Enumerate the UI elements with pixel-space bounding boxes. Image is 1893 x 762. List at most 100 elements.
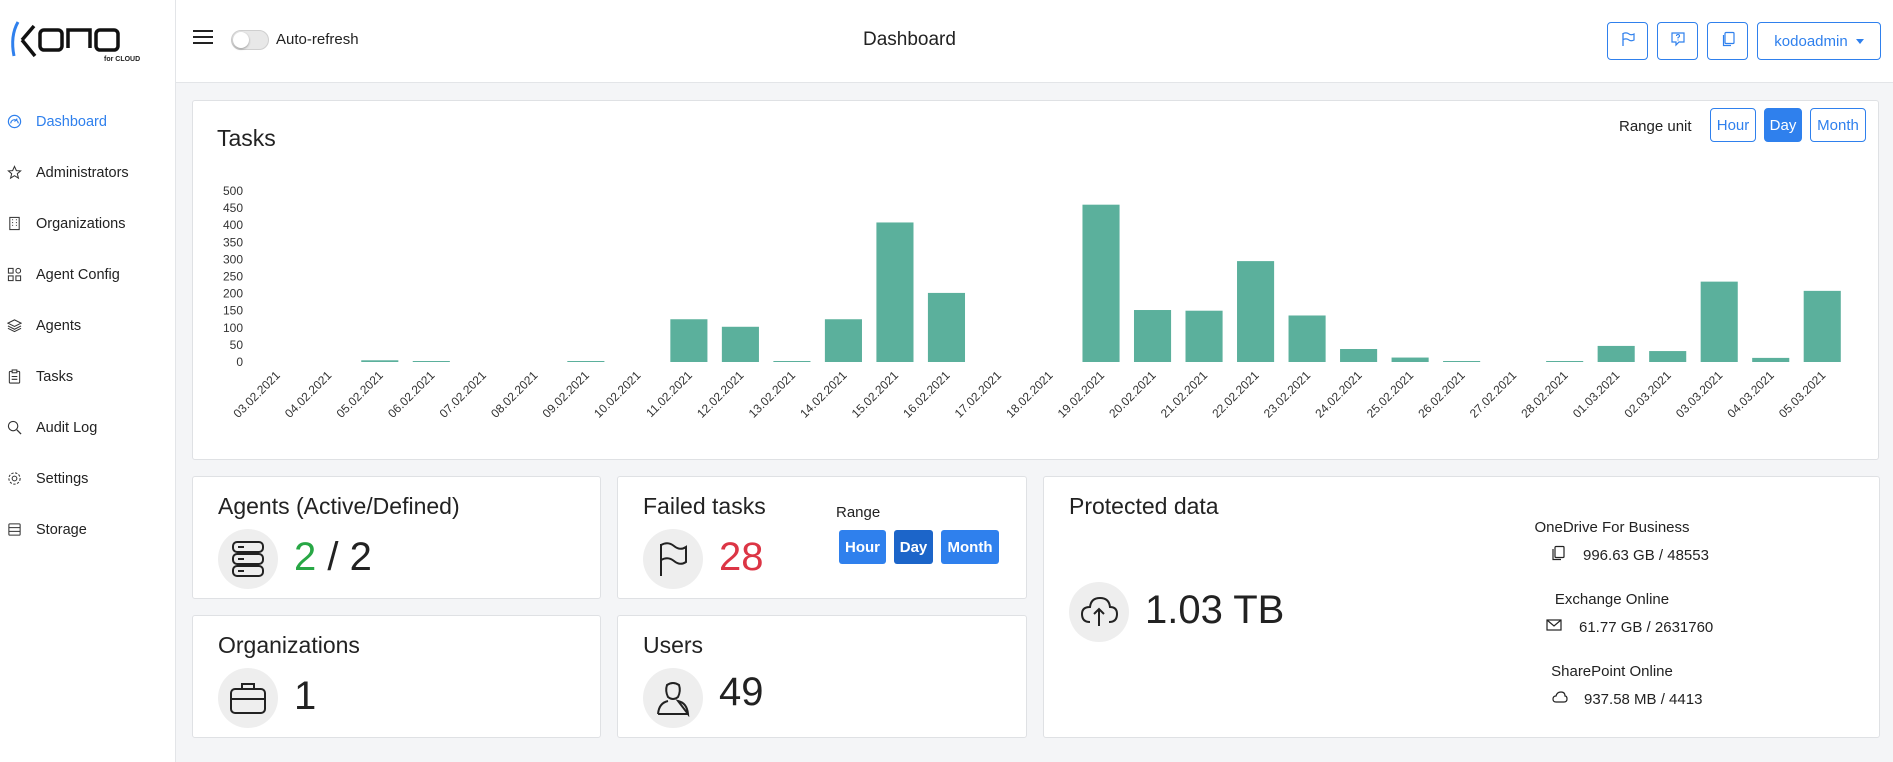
chart-bar[interactable]	[1237, 261, 1275, 362]
chevron-down-icon	[1855, 38, 1864, 44]
sidebar-item-tasks[interactable]: Tasks	[0, 351, 176, 402]
organizations-count: 1	[294, 674, 317, 718]
chart-bar[interactable]	[1700, 281, 1738, 362]
cloud-upload-icon	[1069, 582, 1129, 642]
onedrive-label: OneDrive For Business	[1534, 519, 1690, 536]
x-tick-label: 23.02.2021	[1261, 368, 1314, 421]
chart-bar[interactable]	[670, 319, 708, 362]
sidebar-item-administrators[interactable]: Administrators	[0, 147, 176, 198]
sidebar-item-settings[interactable]: Settings	[0, 453, 176, 504]
sidebar-item-storage[interactable]: Storage	[0, 504, 176, 555]
page-title: Dashboard	[863, 29, 956, 50]
protected-data-card: Protected data 1.03 TB OneDrive For Busi…	[1043, 476, 1880, 738]
y-tick-label: 200	[223, 287, 243, 301]
chart-bar[interactable]	[721, 326, 759, 362]
x-tick-label: 01.03.2021	[1570, 368, 1623, 421]
sidebar-item-dashboard[interactable]: Dashboard	[0, 96, 176, 147]
tasks-chart-card: Tasks Range unit Hour Day Month 0 50 100 15…	[192, 100, 1879, 460]
chart-bar[interactable]	[1185, 310, 1223, 362]
sidebar-item-audit-log[interactable]: Audit Log	[0, 402, 176, 453]
y-tick-label: 50	[230, 338, 244, 352]
exchange-label: Exchange Online	[1554, 591, 1670, 608]
chart-bar[interactable]	[1649, 351, 1687, 362]
onedrive-value: 996.63 GB / 48553	[1583, 547, 1709, 564]
sidebar-item-organizations[interactable]: Organizations	[0, 198, 176, 249]
protected-data-title: Protected data	[1069, 493, 1219, 519]
chart-bar[interactable]	[927, 292, 966, 362]
flag-button[interactable]	[1607, 22, 1648, 60]
chart-bar[interactable]	[567, 361, 605, 362]
x-tick-label: 08.02.2021	[488, 368, 541, 421]
y-tick-label: 400	[223, 218, 243, 232]
y-tick-label: 150	[223, 304, 243, 318]
flag-icon	[1620, 31, 1636, 52]
chart-bar[interactable]	[824, 319, 862, 362]
user-menu-button[interactable]: kodoadmin	[1757, 22, 1881, 60]
x-tick-label: 14.02.2021	[797, 368, 850, 421]
y-tick-label: 300	[223, 252, 243, 266]
server-icon	[218, 529, 278, 589]
logo-subtitle: for CLOUD	[104, 56, 141, 63]
kodo-logo[interactable]: for CLOUD	[8, 18, 148, 68]
users-card: Users 49	[617, 615, 1027, 738]
search-icon	[6, 420, 22, 436]
x-tick-label: 10.02.2021	[591, 368, 644, 421]
organizations-card: Organizations 1	[192, 615, 601, 738]
sidebar-item-label: Dashboard	[36, 113, 107, 130]
failed-range-label: Range	[836, 504, 881, 521]
sidebar-item-label: Agent Config	[36, 266, 120, 283]
chart-bar[interactable]	[1597, 345, 1635, 362]
tasks-bar-chart: 0 50 100 150 200 250 300 350 400 450 500 03.02.2021…	[223, 184, 1841, 421]
chart-bar[interactable]	[1752, 357, 1790, 362]
x-tick-label: 11.02.2021	[643, 368, 695, 420]
failed-range-month-button[interactable]: Month	[941, 530, 999, 564]
protected-data-total: 1.03 TB	[1145, 588, 1285, 632]
failed-range-hour-button[interactable]: Hour	[839, 530, 886, 564]
y-tick-label: 350	[223, 235, 243, 249]
mail-icon	[1545, 617, 1563, 633]
chart-bar[interactable]	[773, 361, 811, 362]
x-tick-label: 18.02.2021	[1003, 368, 1056, 421]
sidebar-item-agent-config[interactable]: Agent Config	[0, 249, 176, 300]
sidebar-nav: Dashboard Administrators Organizations A…	[0, 96, 176, 555]
agents-card-title: Agents (Active/Defined)	[218, 493, 460, 519]
sidebar-item-agents[interactable]: Agents	[0, 300, 176, 351]
x-tick-label: 28.02.2021	[1518, 368, 1571, 421]
chart-bar[interactable]	[1391, 357, 1429, 362]
x-tick-label: 13.02.2021	[746, 368, 799, 421]
agents-defined-count: 2	[349, 535, 372, 579]
agents-count: 2 / 2	[294, 535, 372, 580]
chart-bar[interactable]	[361, 360, 399, 362]
users-card-title: Users	[643, 632, 704, 658]
y-tick-label: 0	[236, 355, 243, 369]
y-tick-label: 500	[223, 184, 243, 198]
chart-bar[interactable]	[1133, 310, 1172, 362]
chart-bar[interactable]	[1288, 315, 1326, 362]
y-tick-label: 450	[223, 201, 243, 215]
users-count: 49	[719, 670, 764, 714]
chart-bar[interactable]	[1443, 361, 1481, 362]
organizations-card-title: Organizations	[218, 632, 360, 658]
chart-bar[interactable]	[1082, 204, 1120, 362]
x-tick-label: 05.03.2021	[1776, 368, 1829, 421]
help-button[interactable]	[1657, 22, 1698, 60]
chart-bar[interactable]	[412, 361, 450, 362]
menu-toggle-button[interactable]	[193, 30, 213, 46]
x-tick-label: 04.02.2021	[282, 368, 335, 421]
auto-refresh-toggle[interactable]	[231, 30, 269, 50]
clipboard-icon	[6, 369, 22, 385]
sidebar-item-label: Audit Log	[36, 419, 98, 436]
files-icon	[1549, 545, 1567, 561]
user-icon	[643, 668, 703, 728]
cloud-icon	[1551, 689, 1569, 705]
y-tick-label: 250	[223, 270, 243, 284]
dashboard-icon	[6, 114, 22, 130]
failed-range-day-button[interactable]: Day	[894, 530, 933, 564]
chart-bar[interactable]	[1803, 290, 1841, 362]
chart-bar[interactable]	[876, 222, 914, 362]
documents-button[interactable]	[1707, 22, 1748, 60]
x-tick-label: 03.02.2021	[231, 368, 284, 421]
chart-bar[interactable]	[1546, 361, 1584, 362]
x-tick-label: 07.02.2021	[437, 368, 490, 421]
chart-bar[interactable]	[1340, 349, 1378, 362]
